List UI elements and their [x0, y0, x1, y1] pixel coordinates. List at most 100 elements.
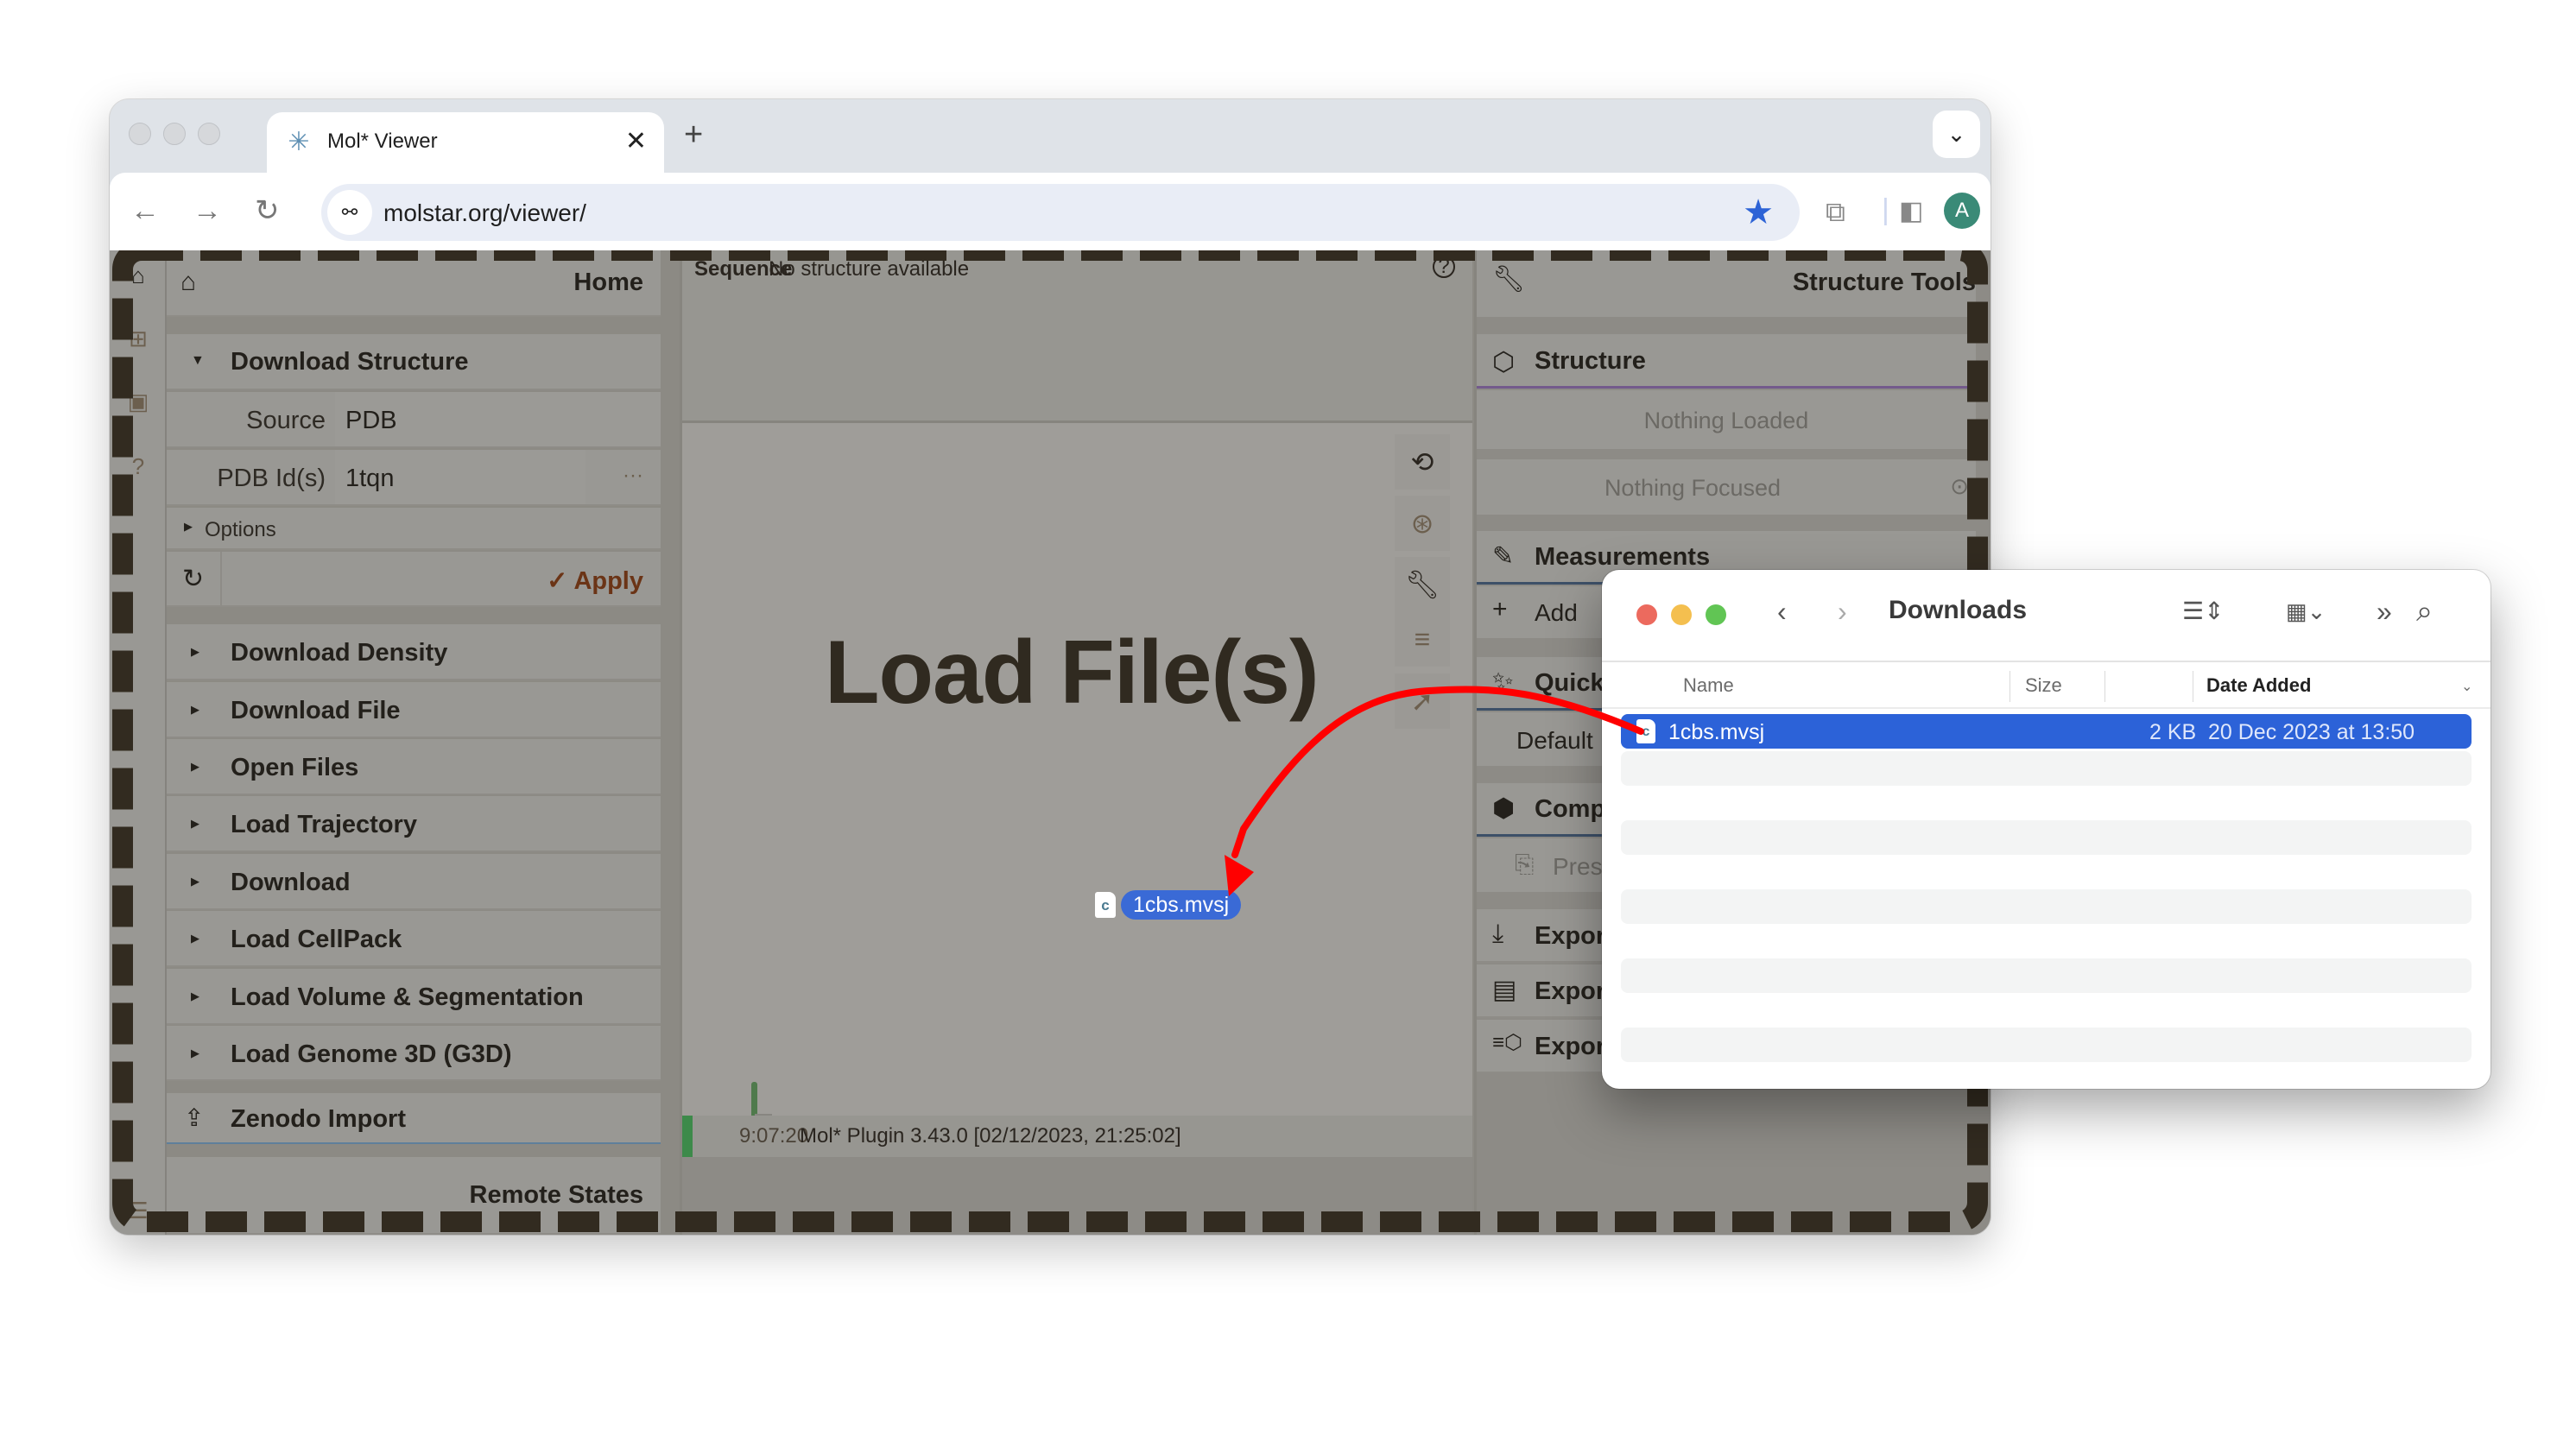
file-date-added: 20 Dec 2023 at 13:50	[2208, 720, 2415, 744]
nothing-focused: Nothing Focused ⊙	[1477, 459, 1976, 515]
structure-tools-header: 🔧︎ Structure Tools	[1477, 250, 1976, 317]
finder-title: Downloads	[1889, 596, 2028, 624]
wrench-icon[interactable]: 🔧︎	[1395, 557, 1450, 612]
export-animation-icon: ▤	[1492, 976, 1517, 1004]
reset-icon[interactable]: ↻	[182, 564, 204, 594]
nothing-loaded: Nothing Loaded	[1477, 390, 1976, 449]
finder-column-header: Name Size Date Added ⌄	[1602, 661, 2491, 709]
source-select[interactable]: PDB	[335, 392, 661, 446]
action-download-density[interactable]: ▶ Download Density	[167, 624, 661, 680]
window-close-button[interactable]	[129, 123, 151, 145]
column-name[interactable]: Name	[1683, 674, 1734, 697]
zenodo-import[interactable]: ⇪ Zenodo Import	[167, 1093, 661, 1144]
tab-molstar-viewer[interactable]: ✳ Mol* Viewer ✕	[267, 112, 664, 173]
reset-view-icon[interactable]: ⟲	[1395, 434, 1450, 490]
caret-down-icon: ▼	[191, 353, 205, 368]
cube-icon: ⬢	[1492, 794, 1516, 823]
left-icon-strip: ⌂ ⊞ ▣ ? ☰	[110, 250, 167, 1235]
site-settings-icon[interactable]: ⚯	[327, 190, 372, 235]
log-time: 9:07:20	[739, 1124, 809, 1148]
finder-close-button[interactable]	[1636, 604, 1657, 625]
action-load-cellpack[interactable]: ▶ Load CellPack	[167, 911, 661, 967]
column-date-added[interactable]: Date Added	[2206, 674, 2311, 697]
home-icon: ⌂	[180, 268, 197, 296]
structure-ring-icon: ⬡	[1492, 348, 1516, 376]
sort-chevron-icon[interactable]: ⌄	[2461, 678, 2472, 695]
reload-icon[interactable]: ↻	[255, 193, 280, 228]
action-download[interactable]: ▶ Download	[167, 854, 661, 910]
pdb-ids-label: PDB Id(s)	[217, 465, 326, 492]
magic-wand-icon: ✨︎	[1492, 667, 1514, 696]
help-icon[interactable]: ?	[1433, 256, 1455, 278]
window-minimize-button[interactable]	[163, 123, 186, 145]
action-download-file[interactable]: ▶ Download File	[167, 682, 661, 738]
left-panel: ⌂ Home ▼ Download Structure Source PDB P…	[167, 250, 661, 1235]
address-bar[interactable]: ⚯ molstar.org/viewer/ ★	[321, 184, 1800, 241]
focus-target-icon[interactable]: ⊙	[1950, 473, 1969, 500]
back-icon[interactable]: ←	[130, 193, 160, 228]
settings-sliders-icon[interactable]: ☰	[123, 1196, 153, 1225]
measure-ruler-icon: ✎	[1492, 542, 1515, 571]
file-size: 2 KB	[2149, 720, 2197, 744]
url-text[interactable]: molstar.org/viewer/	[383, 199, 586, 227]
structure-section[interactable]: ⬡ Structure	[1477, 334, 1976, 389]
import-icon: ⇪	[184, 1104, 205, 1131]
help-icon[interactable]: ?	[123, 452, 153, 481]
bookmark-star-icon[interactable]: ★	[1743, 193, 1774, 232]
log-message: Mol* Plugin 3.43.0 [02/12/2023, 21:25:02…	[800, 1124, 1181, 1148]
file-icon: c	[1095, 892, 1116, 918]
tab-search-chevron-icon[interactable]: ⌄	[1933, 111, 1980, 158]
file-icon: c	[1636, 719, 1655, 743]
finder-search-icon[interactable]: ⌕	[2416, 594, 2433, 629]
options-toggle[interactable]: ▶ Options	[167, 508, 661, 550]
apply-button[interactable]: ✓ Apply	[547, 566, 643, 596]
options-label: Options	[205, 518, 276, 541]
drag-file-name: 1cbs.mvsj	[1121, 890, 1242, 920]
bookmark-icon: ⎘	[1515, 850, 1535, 877]
browser-toolbar: ← → ↻ ⚯ molstar.org/viewer/ ★ ⧉ | ◧ A ⋮	[110, 173, 1991, 250]
state-tree-icon[interactable]: ⊞	[123, 324, 153, 353]
toolbar-divider: |	[1882, 193, 1889, 226]
remote-states[interactable]: Remote States	[167, 1157, 661, 1235]
screenshot-icon[interactable]: ⊛	[1395, 496, 1450, 551]
sequence-status: No structure available	[769, 257, 970, 281]
finder-forward-icon[interactable]: ›	[1838, 594, 1847, 629]
caret-right-icon: ▶	[184, 520, 193, 533]
viewport[interactable]: Sequence No structure available ? ⟲ ⊛ 🔧︎…	[680, 250, 1472, 1235]
sequence-bar: Sequence No structure available ?	[682, 250, 1472, 423]
side-panel-icon[interactable]: ◧	[1899, 192, 1923, 231]
finder-minimize-button[interactable]	[1671, 604, 1692, 625]
action-open-files[interactable]: ▶ Open Files	[167, 739, 661, 795]
home-title: Home	[573, 269, 643, 296]
extensions-puzzle-icon[interactable]: ⧉	[1826, 192, 1845, 231]
download-icon: ⤓	[1492, 920, 1504, 948]
list-view-icon[interactable]: ☰⇕	[2182, 594, 2225, 629]
action-load-trajectory[interactable]: ▶ Load Trajectory	[167, 796, 661, 852]
window-zoom-button[interactable]	[198, 123, 220, 145]
export-geometry-icon: ≡⬡	[1492, 1031, 1522, 1054]
check-icon: ✓	[547, 567, 574, 595]
empty-row	[1621, 1028, 2472, 1062]
pdb-ids-field: PDB Id(s) 1tqn ···	[167, 450, 661, 506]
pdb-ids-input[interactable]: 1tqn	[335, 450, 585, 504]
empty-row	[1621, 889, 2472, 924]
download-structure-header[interactable]: ▼ Download Structure	[167, 334, 661, 390]
more-toolbar-icon[interactable]: »	[2377, 594, 2392, 629]
forward-icon[interactable]: →	[193, 193, 222, 228]
save-state-icon[interactable]: ▣	[123, 387, 153, 416]
more-options-icon[interactable]: ···	[623, 464, 643, 488]
group-by-icon[interactable]: ▦⌄	[2286, 594, 2326, 629]
profile-avatar[interactable]: A	[1944, 193, 1980, 229]
file-row[interactable]: c 1cbs.mvsj 2 KB 20 Dec 2023 at 13:50	[1621, 714, 2472, 749]
tab-close-icon[interactable]: ✕	[625, 125, 647, 158]
selection-cursor-icon[interactable]: ➚	[1395, 673, 1450, 729]
new-tab-button[interactable]: +	[684, 118, 703, 151]
home-header: ⌂ Home	[167, 250, 661, 317]
action-load-genome-3d[interactable]: ▶ Load Genome 3D (G3D)	[167, 1026, 661, 1081]
finder-zoom-button[interactable]	[1706, 604, 1726, 625]
finder-back-icon[interactable]: ‹	[1777, 594, 1787, 629]
settings-sliders-icon[interactable]: ≡	[1395, 611, 1450, 667]
home-icon[interactable]: ⌂	[123, 261, 153, 290]
action-load-volume-segmentation[interactable]: ▶ Load Volume & Segmentation	[167, 969, 661, 1025]
column-size[interactable]: Size	[2025, 674, 2062, 697]
